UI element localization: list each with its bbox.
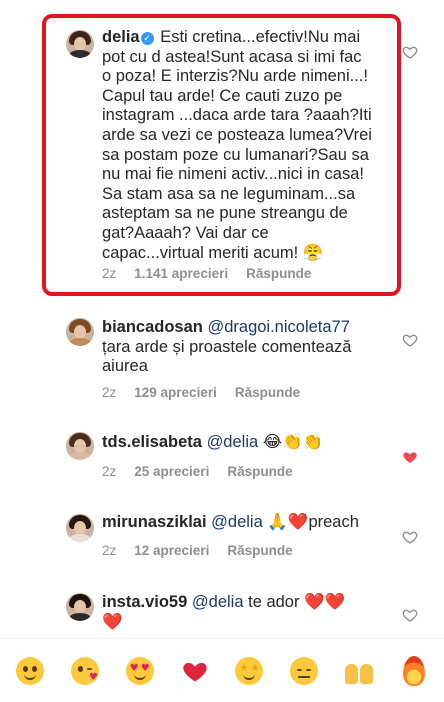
likes-count[interactable]: 25 aprecieri [134,464,209,479]
reply-button[interactable]: Răspunde [235,385,300,400]
comment-username[interactable]: tds.elisabeta [102,433,202,451]
reply-button[interactable]: Răspunde [227,464,292,479]
comment-meta: 2z 129 aprecieri Răspunde [102,385,318,400]
comment-text: tds.elisabeta @delia 😂👏👏 [102,433,324,451]
mention-link[interactable]: @delia [207,433,259,451]
comment-text: delia ✓ Esti cretina...efectiv!Nu mai pot… [102,28,372,262]
comment-username[interactable]: biancadosan [102,318,203,336]
likes-count[interactable]: 12 aprecieri [134,543,209,558]
like-heart-icon[interactable] [402,44,418,60]
avatar[interactable] [66,432,94,460]
heart-eyes-icon[interactable]: ♥ ♥ [124,655,156,687]
avatar[interactable] [66,514,94,542]
comment-meta: 2z 12 aprecieri Răspunde [102,543,311,558]
likes-count[interactable]: 129 aprecieri [134,385,217,400]
quick-emoji-bar: ♥ ♥ ♥ ★ ★ [0,638,444,702]
reply-button[interactable]: Răspunde [246,266,311,281]
face-blowing-kiss-icon[interactable]: ♥ [69,655,101,687]
avatar[interactable] [66,30,94,58]
like-heart-icon[interactable] [402,607,418,623]
verified-badge-icon: ✓ [140,32,154,45]
comment-time: 2z [102,543,117,558]
avatar[interactable] [66,318,94,346]
red-heart-icon[interactable] [179,655,211,687]
fire-icon[interactable] [398,655,430,687]
comment-username[interactable]: mirunasziklai [102,513,207,531]
comment-text: insta.vio59 @delia te ador ❤️❤️ ❤️ [102,593,346,631]
comment-text: mirunasziklai @delia 🙏❤️preach [102,513,359,531]
like-heart-icon[interactable] [402,332,418,348]
liked-heart-icon[interactable] [402,449,418,465]
reply-button[interactable]: Răspunde [227,543,292,558]
comment-username[interactable]: delia [102,28,140,46]
comment-meta: 2z 25 aprecieri Răspunde [102,464,311,479]
mention-link[interactable]: @delia [192,593,244,611]
mention-link[interactable]: @dragoi.nicoleta77 [207,318,349,336]
hugging-face-icon[interactable] [14,655,46,687]
comment-meta: 2z 1.141 aprecieri Răspunde [102,266,329,281]
pensive-face-icon[interactable] [288,655,320,687]
mention-link[interactable]: @delia [211,513,263,531]
star-struck-icon[interactable]: ★ ★ [233,655,265,687]
comment-time: 2z [102,385,117,400]
comment-username[interactable]: insta.vio59 [102,593,187,611]
comment-time: 2z [102,464,117,479]
likes-count[interactable]: 1.141 aprecieri [134,266,228,281]
raising-hands-icon[interactable] [343,655,375,687]
comment-text: biancadosan @dragoi.nicoleta77 țara arde… [102,318,352,376]
like-heart-icon[interactable] [402,529,418,545]
comment-time: 2z [102,266,117,281]
avatar[interactable] [66,593,94,621]
